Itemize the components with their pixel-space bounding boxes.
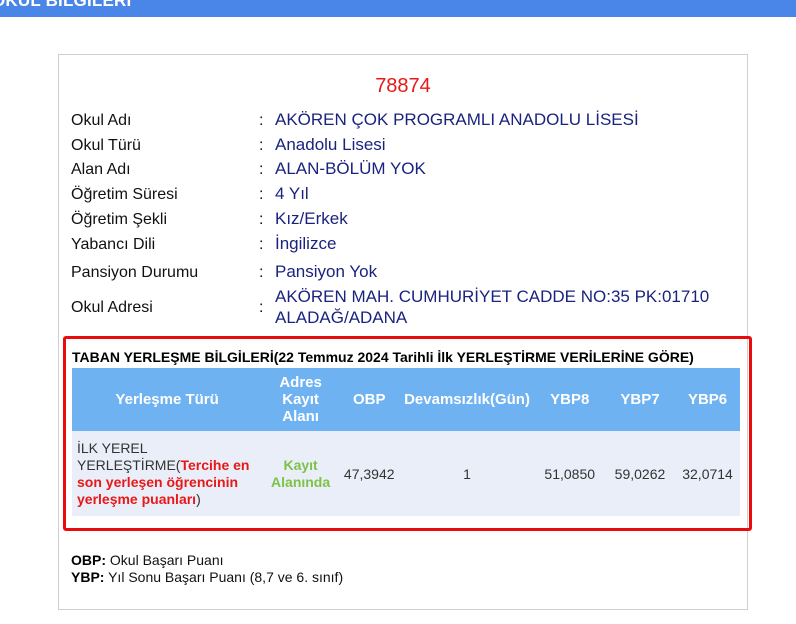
ybp6-value: 32,0714 xyxy=(675,431,740,516)
placement-info-box: TABAN YERLEŞME BİLGİLERİ(22 Temmuz 2024 … xyxy=(63,336,752,531)
placement-type: İLK YEREL YERLEŞTİRME( xyxy=(77,439,181,473)
info-value: 4 Yıl xyxy=(275,184,309,203)
column-header: Devamsızlık(Gün) xyxy=(399,368,535,431)
info-label: Okul Türü xyxy=(71,137,141,154)
placement-type-close: ) xyxy=(196,490,201,507)
placement-header-row: Yerleşme Türü Adres Kayıt Alanı OBP Deva… xyxy=(72,368,740,431)
column-header: YBP8 xyxy=(534,368,605,431)
address-status-cell: Kayıt Alanında xyxy=(262,431,339,516)
info-label: Okul Adı xyxy=(71,112,132,129)
page-header-bar: OKUL BİLGİLERİ xyxy=(0,0,796,17)
school-code: 78874 xyxy=(375,75,431,97)
info-separator: : xyxy=(259,161,264,178)
placement-title: TABAN YERLEŞME BİLGİLERİ(22 Temmuz 2024 … xyxy=(72,349,694,365)
page-header-title: OKUL BİLGİLERİ xyxy=(0,0,132,10)
info-value: AKÖREN ÇOK PROGRAMLI ANADOLU LİSESİ xyxy=(275,110,639,129)
legend-term: YBP: xyxy=(71,569,105,585)
info-value: ALAN-BÖLÜM YOK xyxy=(275,159,426,178)
info-value: Pansiyon Yok xyxy=(275,262,378,281)
info-separator: : xyxy=(259,299,264,316)
info-label: Okul Adresi xyxy=(71,299,153,316)
absence-value: 1 xyxy=(399,431,535,516)
address-status: Kayıt Alanında xyxy=(271,456,331,490)
info-label: Pansiyon Durumu xyxy=(71,264,199,281)
info-label: Alan Adı xyxy=(71,161,131,178)
ybp8-value: 51,0850 xyxy=(534,431,605,516)
school-info-card: 78874 Okul Adı : AKÖREN ÇOK PROGRAMLI AN… xyxy=(58,54,752,610)
info-separator: : xyxy=(259,236,264,253)
info-separator: : xyxy=(259,211,264,228)
column-header: YBP7 xyxy=(604,368,676,431)
info-label: Öğretim Süresi xyxy=(71,186,178,203)
info-label: Yabancı Dili xyxy=(71,236,156,253)
info-value: AKÖREN MAH. CUMHURİYET CADDE NO:35 PK:01… xyxy=(275,287,710,327)
legend-ybp: YBP: Yıl Sonu Başarı Puanı (8,7 ve 6. sı… xyxy=(71,569,343,585)
column-header: YBP6 xyxy=(675,368,740,431)
info-separator: : xyxy=(259,186,264,203)
placement-table: Yerleşme Türü Adres Kayıt Alanı OBP Deva… xyxy=(72,368,740,516)
column-header: OBP xyxy=(338,368,400,431)
legend-text: Yıl Sonu Başarı Puanı (8,7 ve 6. sınıf) xyxy=(104,569,344,585)
info-separator: : xyxy=(259,264,264,281)
info-value: Anadolu Lisesi xyxy=(275,135,386,154)
column-header: Adres Kayıt Alanı xyxy=(262,368,339,431)
column-header: Yerleşme Türü xyxy=(72,368,263,431)
info-value: Kız/Erkek xyxy=(275,209,348,228)
placement-type-cell: İLK YEREL YERLEŞTİRME(Tercihe en son yer… xyxy=(72,431,263,516)
info-separator: : xyxy=(259,112,264,129)
ybp7-value: 59,0262 xyxy=(604,431,676,516)
table-row: İLK YEREL YERLEŞTİRME(Tercihe en son yer… xyxy=(72,431,740,516)
info-value: İngilizce xyxy=(275,234,337,253)
legend-obp: OBP: Okul Başarı Puanı xyxy=(71,552,224,568)
legend-text: Okul Başarı Puanı xyxy=(106,552,224,568)
info-separator: : xyxy=(259,137,264,154)
info-label: Öğretim Şekli xyxy=(71,211,168,228)
obp-value: 47,3942 xyxy=(338,431,400,516)
legend-term: OBP: xyxy=(71,552,106,568)
